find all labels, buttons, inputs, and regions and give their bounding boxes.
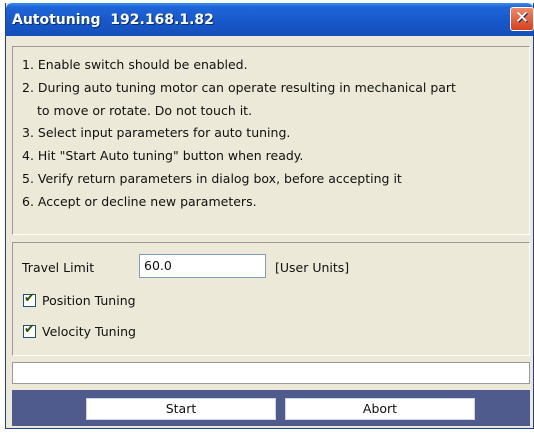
instruction-line: 1. Enable switch should be enabled. bbox=[22, 57, 248, 72]
close-icon: ✕ bbox=[514, 8, 530, 28]
position-tuning-option[interactable]: ✔ Position Tuning bbox=[23, 291, 136, 308]
instruction-line: 5. Verify return parameters in dialog bo… bbox=[22, 170, 402, 186]
position-tuning-checkbox[interactable]: ✔ bbox=[23, 291, 36, 307]
instruction-line: 4. Hit "Start Auto tuning" button when r… bbox=[22, 148, 304, 164]
velocity-tuning-label: Velocity Tuning bbox=[42, 324, 136, 339]
checkmark-icon: ✔ bbox=[24, 322, 35, 337]
travel-limit-input[interactable]: 60.0 bbox=[139, 254, 266, 278]
position-tuning-label: Position Tuning bbox=[42, 293, 136, 308]
instruction-line: 2. During auto tuning motor can operate … bbox=[22, 79, 456, 95]
start-button[interactable]: Start bbox=[86, 398, 276, 420]
status-field bbox=[12, 362, 530, 384]
button-bar: Start Abort bbox=[12, 390, 530, 426]
parameters-panel: Travel Limit 60.0 [User Units] ✔ Positio… bbox=[12, 242, 530, 356]
autotuning-dialog: Autotuning 192.168.1.82 ✕ 1. Enable swit… bbox=[5, 3, 534, 429]
instruction-line: 6. Accept or decline new parameters. bbox=[22, 193, 257, 209]
travel-limit-label: Travel Limit bbox=[22, 260, 95, 275]
velocity-tuning-checkbox[interactable]: ✔ bbox=[23, 322, 36, 338]
velocity-tuning-option[interactable]: ✔ Velocity Tuning bbox=[23, 322, 136, 339]
title-bar[interactable]: Autotuning 192.168.1.82 ✕ bbox=[6, 3, 534, 36]
close-button[interactable]: ✕ bbox=[510, 7, 534, 31]
window-title: Autotuning 192.168.1.82 bbox=[12, 11, 214, 28]
instruction-line: to move or rotate. Do not touch it. bbox=[37, 102, 253, 118]
instruction-line: 3. Select input parameters for auto tuni… bbox=[22, 125, 291, 141]
instructions-panel: 1. Enable switch should be enabled. 2. D… bbox=[12, 46, 530, 235]
user-units-label: [User Units] bbox=[275, 260, 350, 275]
checkmark-icon: ✔ bbox=[24, 291, 35, 306]
abort-button[interactable]: Abort bbox=[285, 398, 475, 420]
